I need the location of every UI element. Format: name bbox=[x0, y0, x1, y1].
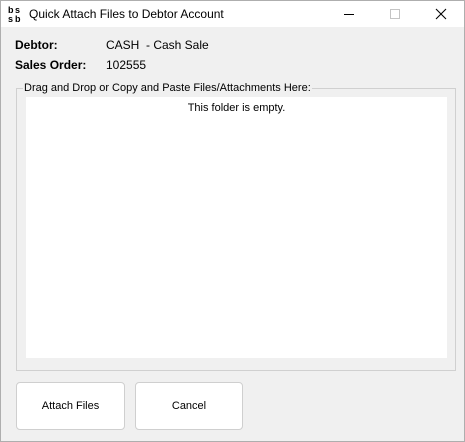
title-bar[interactable]: b s s b Quick Attach Files to Debtor Acc… bbox=[1, 1, 464, 27]
svg-text:s: s bbox=[8, 14, 13, 23]
debtor-label: Debtor: bbox=[15, 38, 58, 52]
minimize-icon bbox=[344, 14, 354, 15]
dropzone-legend: Drag and Drop or Copy and Paste Files/At… bbox=[23, 82, 312, 94]
dialog-window: b s s b Quick Attach Files to Debtor Acc… bbox=[0, 0, 465, 442]
svg-text:b: b bbox=[15, 14, 21, 23]
maximize-icon bbox=[390, 9, 400, 19]
sales-order-label: Sales Order: bbox=[15, 58, 87, 72]
sales-order-value: 102555 bbox=[106, 58, 147, 72]
minimize-button[interactable] bbox=[326, 1, 372, 27]
close-icon bbox=[435, 8, 447, 20]
cancel-button[interactable]: Cancel bbox=[135, 382, 243, 430]
debtor-name: - Cash Sale bbox=[146, 38, 209, 52]
attach-files-button[interactable]: Attach Files bbox=[16, 382, 125, 430]
window-title: Quick Attach Files to Debtor Account bbox=[29, 7, 224, 21]
maximize-button[interactable] bbox=[372, 1, 418, 27]
app-icon: b s s b bbox=[8, 5, 24, 24]
close-button[interactable] bbox=[418, 1, 464, 27]
debtor-code: CASH bbox=[106, 38, 140, 52]
file-drop-area[interactable]: This folder is empty. bbox=[26, 97, 447, 358]
empty-folder-message: This folder is empty. bbox=[187, 102, 286, 114]
